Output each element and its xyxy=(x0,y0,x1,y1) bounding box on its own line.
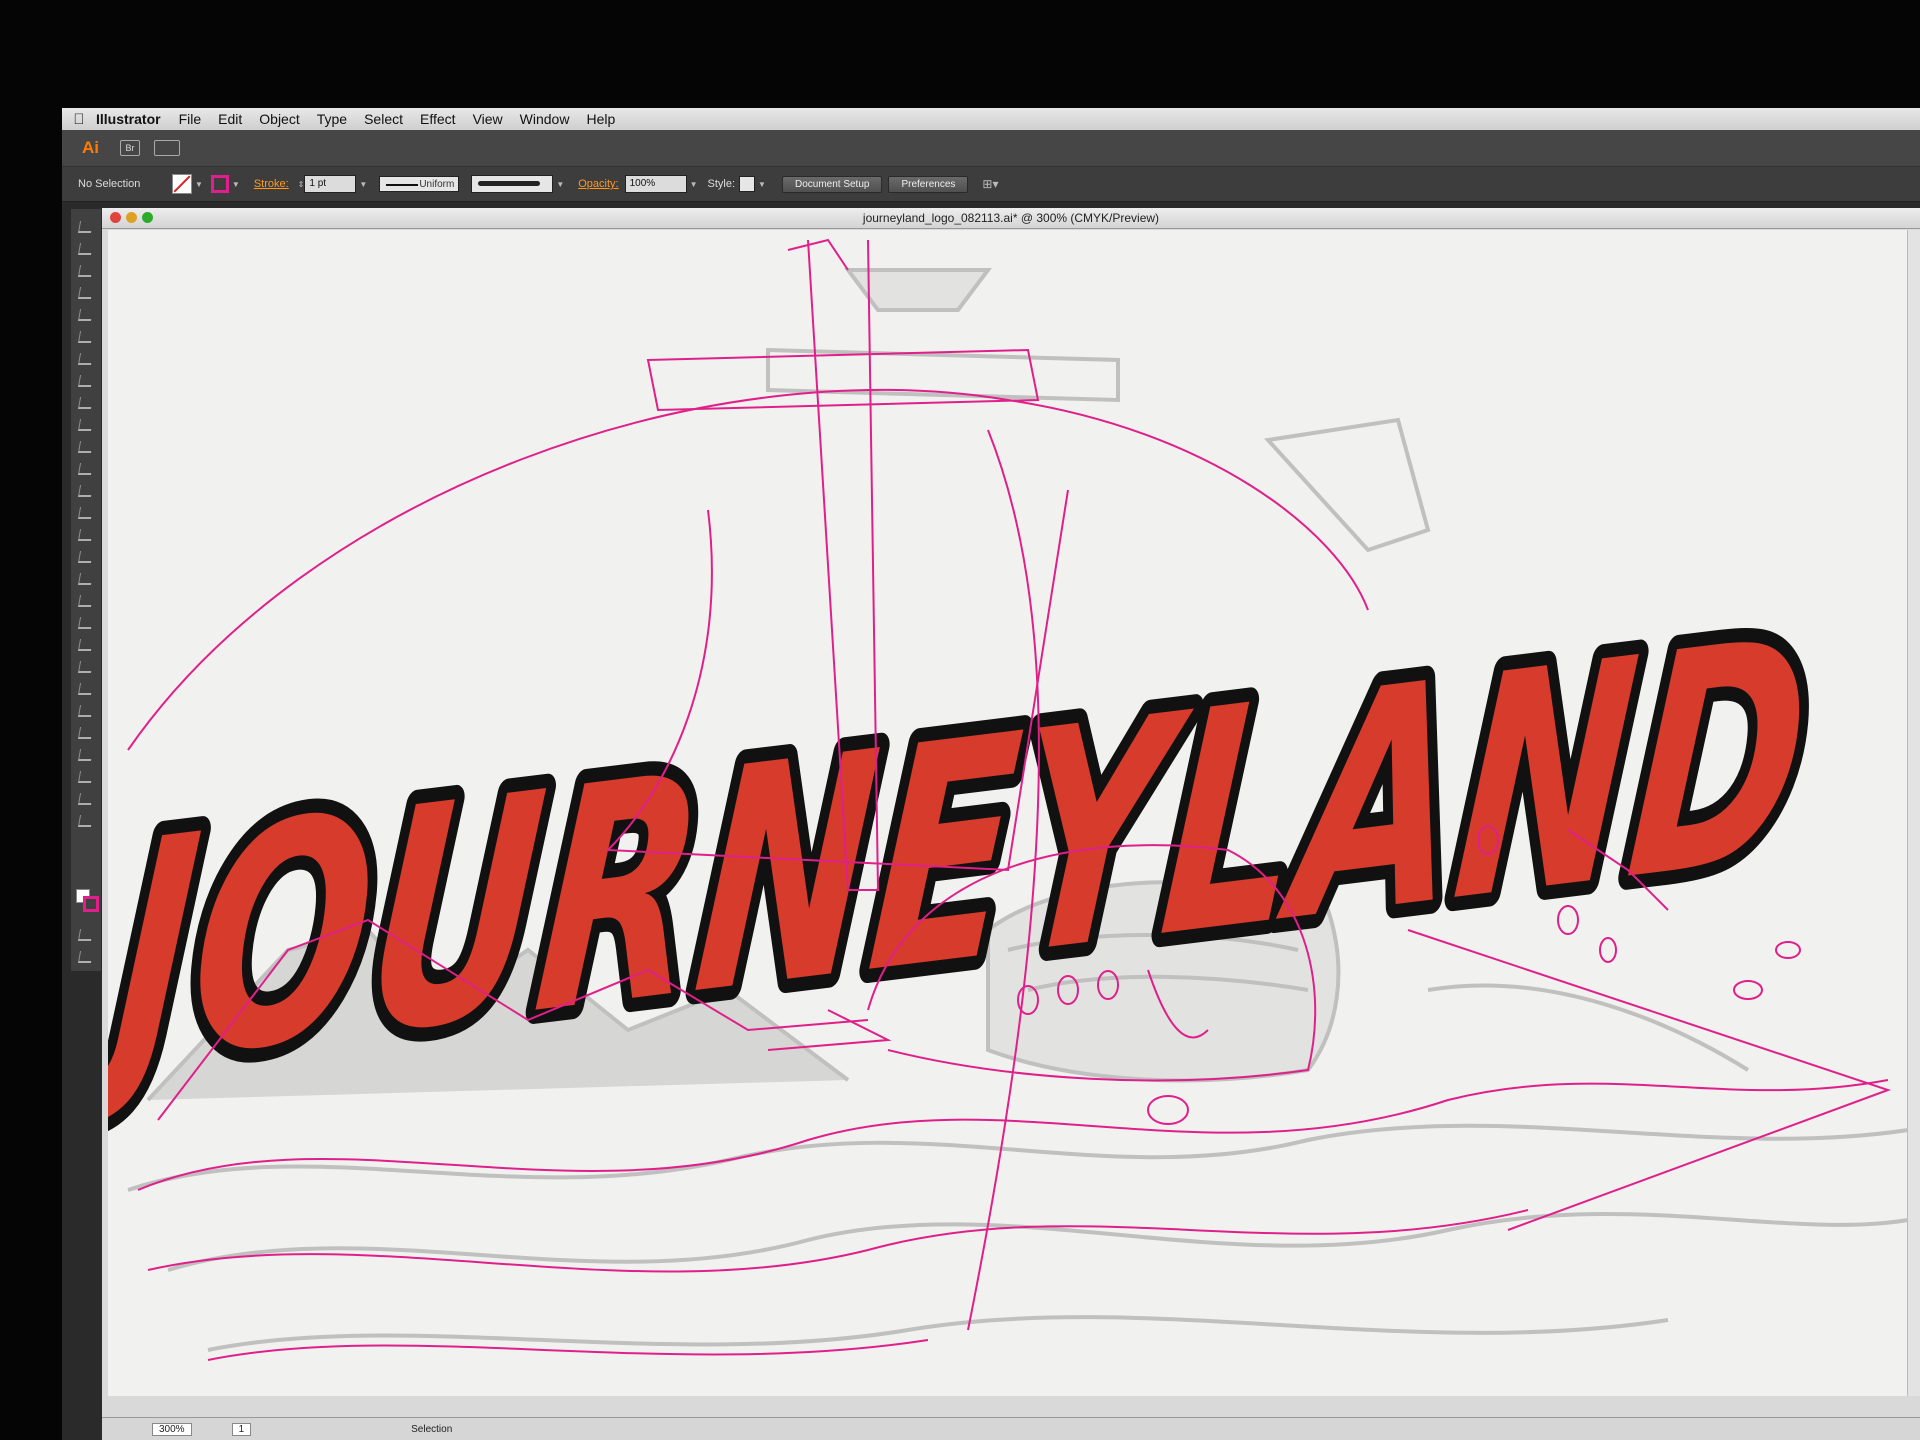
chevron-down-icon[interactable]: ▼ xyxy=(690,180,698,189)
status-tool-label[interactable]: Selection xyxy=(411,1424,452,1435)
chevron-down-icon[interactable]: ▼ xyxy=(359,180,367,189)
screen-mode-icon[interactable] xyxy=(77,951,94,963)
tools-panel xyxy=(70,208,102,972)
magic-wand-tool-icon[interactable] xyxy=(77,265,94,277)
style-label: Style: xyxy=(707,178,736,190)
stroke-icon[interactable] xyxy=(83,896,99,912)
artboard-navigation-field[interactable]: 1 xyxy=(231,1422,252,1436)
chevron-down-icon[interactable]: ▼ xyxy=(195,180,203,189)
menu-effect[interactable]: Effect xyxy=(420,111,456,127)
variable-width-profile[interactable]: Uniform xyxy=(379,176,460,192)
menu-help[interactable]: Help xyxy=(586,111,615,127)
fill-swatch[interactable] xyxy=(172,174,192,194)
menu-edit[interactable]: Edit xyxy=(218,111,242,127)
style-swatch[interactable] xyxy=(739,176,756,192)
bridge-button[interactable]: Br xyxy=(120,140,140,156)
stroke-weight-field[interactable]: 1 pt xyxy=(304,175,357,193)
pen-tool-icon[interactable] xyxy=(77,309,94,321)
eyedropper-tool-icon[interactable] xyxy=(77,661,94,673)
blend-tool-icon[interactable] xyxy=(77,683,94,695)
selection-status: No Selection xyxy=(78,178,141,190)
type-tool-icon[interactable] xyxy=(77,331,94,343)
ellipse-tool-icon[interactable] xyxy=(77,375,94,387)
width-tool-icon[interactable] xyxy=(77,529,94,541)
status-bar: 300% 1 Selection xyxy=(102,1417,1920,1440)
chevron-down-icon[interactable]: ▼ xyxy=(556,180,564,189)
line-tool-icon[interactable] xyxy=(77,353,94,365)
gradient-tool-icon[interactable] xyxy=(77,639,94,651)
vertical-scrollbar[interactable] xyxy=(1907,230,1920,1396)
apple-icon[interactable]:  xyxy=(62,111,96,128)
close-window-icon[interactable] xyxy=(110,212,121,223)
menu-bar:  Illustrator File Edit Object Type Sele… xyxy=(62,108,1920,130)
arrange-documents-icon[interactable] xyxy=(154,140,180,156)
illustrator-logo: Ai xyxy=(82,138,99,157)
chevron-down-icon[interactable]: ▼ xyxy=(232,180,240,189)
perspective-grid-tool-icon[interactable] xyxy=(77,595,94,607)
opacity-field[interactable]: 100% xyxy=(624,175,687,193)
artboard-canvas[interactable]: JOURNEYLAND JOURNEYLAND xyxy=(108,230,1920,1396)
align-options-icon[interactable]: ⊞▾ xyxy=(982,177,998,191)
menu-select[interactable]: Select xyxy=(364,111,403,127)
window-controls xyxy=(110,212,158,223)
stroke-label[interactable]: Stroke: xyxy=(254,178,289,190)
menu-type[interactable]: Type xyxy=(317,111,347,127)
color-mode-icon[interactable] xyxy=(77,929,94,941)
paintbrush-tool-icon[interactable] xyxy=(77,397,94,409)
zoom-tool-icon[interactable] xyxy=(77,815,94,827)
fill-stroke-selector[interactable] xyxy=(76,889,99,912)
free-transform-tool-icon[interactable] xyxy=(77,551,94,563)
symbol-sprayer-tool-icon[interactable] xyxy=(77,705,94,717)
zoom-level-field[interactable]: 300% xyxy=(152,1422,192,1436)
document-window: journeyland_logo_082113.ai* @ 300% (CMYK… xyxy=(102,208,1920,1440)
document-title: journeyland_logo_082113.ai* @ 300% (CMYK… xyxy=(862,211,1160,225)
preferences-button[interactable]: Preferences xyxy=(888,175,969,193)
chevron-down-icon[interactable]: ▼ xyxy=(758,180,766,189)
stroke-swatch[interactable] xyxy=(210,175,229,193)
lasso-tool-icon[interactable] xyxy=(77,287,94,299)
scale-tool-icon[interactable] xyxy=(77,507,94,519)
app-menu[interactable]: Illustrator xyxy=(96,111,161,127)
pencil-tool-icon[interactable] xyxy=(77,419,94,431)
minimize-window-icon[interactable] xyxy=(126,212,137,223)
document-titlebar: journeyland_logo_082113.ai* @ 300% (CMYK… xyxy=(102,208,1920,229)
menu-window[interactable]: Window xyxy=(520,111,570,127)
control-bar: No Selection ▼ ▼ Stroke: ⇕ 1 pt ▼ Unifor… xyxy=(62,167,1920,202)
journeyland-logo[interactable]: JOURNEYLAND JOURNEYLAND xyxy=(108,557,1835,1153)
opacity-label[interactable]: Opacity: xyxy=(578,178,618,190)
zoom-window-icon[interactable] xyxy=(142,212,153,223)
document-setup-button[interactable]: Document Setup xyxy=(781,175,883,193)
menu-view[interactable]: View xyxy=(473,111,503,127)
shape-builder-tool-icon[interactable] xyxy=(77,573,94,585)
menu-file[interactable]: File xyxy=(179,111,202,127)
artboard-tool-icon[interactable] xyxy=(77,749,94,761)
slice-tool-icon[interactable] xyxy=(77,771,94,783)
rotate-tool-icon[interactable] xyxy=(77,485,94,497)
scissors-tool-icon[interactable] xyxy=(77,463,94,475)
brush-definition[interactable] xyxy=(471,175,554,193)
monitor-screen:  Illustrator File Edit Object Type Sele… xyxy=(62,108,1920,1440)
artwork[interactable]: JOURNEYLAND JOURNEYLAND xyxy=(108,230,1920,1396)
selection-tool-icon[interactable] xyxy=(77,221,94,233)
blob-brush-tool-icon[interactable] xyxy=(77,441,94,453)
column-graph-tool-icon[interactable] xyxy=(77,727,94,739)
menu-object[interactable]: Object xyxy=(259,111,299,127)
hand-tool-icon[interactable] xyxy=(77,793,94,805)
logo-fill: JOURNEYLAND xyxy=(108,571,1821,1139)
stepper-icon[interactable]: ⇕ xyxy=(298,180,305,189)
direct-selection-tool-icon[interactable] xyxy=(77,243,94,255)
application-bar: Ai Br xyxy=(62,130,1920,167)
mesh-tool-icon[interactable] xyxy=(77,617,94,629)
